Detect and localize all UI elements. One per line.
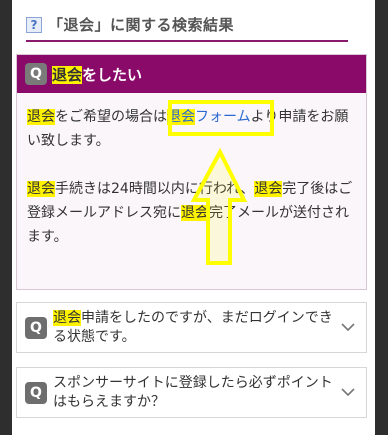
faq-answer: 退会をご希望の場合は退会フォームより申請をお願い致します。 退会手続きは24時間…	[17, 93, 366, 289]
keyword-highlight: 退会	[27, 109, 55, 125]
faq-question-title: 退会申請をしたのですが、まだログインできる状態です。	[53, 309, 335, 347]
keyword-highlight: 退会	[53, 309, 81, 326]
search-result-header: ? 「退会」に関する検索結果	[26, 16, 348, 42]
chevron-down-icon[interactable]	[340, 384, 356, 400]
search-result-title: 「退会」に関する検索結果	[48, 16, 235, 34]
answer-text: 手続きは24時間以内に行われ、	[55, 181, 255, 197]
answer-paragraph: 退会をご希望の場合は退会フォームより申請をお願い致します。	[27, 105, 356, 153]
q-icon: Q	[25, 381, 47, 404]
faq-item-collapsed[interactable]: Q スポンサーサイトに登録したら必ずポイントはもらえますか？	[16, 367, 367, 418]
keyword-highlight: 退会	[254, 181, 283, 197]
help-icon: ?	[26, 17, 42, 33]
question-text: スポンサーサイトに登録したら必ずポイントはもらえますか？	[53, 374, 333, 410]
answer-text: をご希望の場合は	[55, 109, 167, 125]
faq-question-title: 退会をしたい	[52, 64, 142, 85]
keyword-highlight: 退会	[27, 181, 55, 197]
keyword-highlight: 退会	[167, 109, 195, 125]
faq-question-title: スポンサーサイトに登録したら必ずポイントはもらえますか？	[53, 374, 335, 412]
faq-item-expanded: Q 退会をしたい 退会をご希望の場合は退会フォームより申請をお願い致します。 退…	[16, 54, 367, 290]
question-text: 申請をしたのですが、まだログインできる状態です。	[53, 309, 333, 345]
keyword-highlight: 退会	[52, 65, 83, 84]
withdrawal-form-link[interactable]: 退会フォーム	[167, 109, 251, 125]
keyword-highlight: 退会	[181, 205, 209, 221]
answer-paragraph: 退会手続きは24時間以内に行われ、退会完了後はご登録メールアドレス宛に退会完了メ…	[27, 177, 356, 249]
link-text: フォーム	[195, 109, 251, 125]
faq-panel: ? 「退会」に関する検索結果 Q 退会をしたい 退会をご希望の場合は退会フォーム…	[12, 0, 375, 435]
faq-item-collapsed[interactable]: Q 退会申請をしたのですが、まだログインできる状態です。	[16, 302, 367, 353]
question-text: をしたい	[82, 65, 143, 84]
chevron-down-icon[interactable]	[340, 319, 356, 335]
faq-question-header[interactable]: Q 退会をしたい	[17, 55, 366, 93]
q-icon: Q	[25, 63, 47, 85]
q-icon: Q	[25, 316, 47, 339]
